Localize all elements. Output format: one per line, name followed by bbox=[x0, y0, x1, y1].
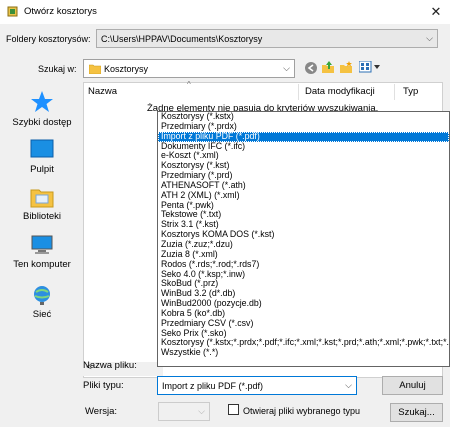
column-divider bbox=[394, 84, 395, 100]
place-network[interactable]: Sieć bbox=[4, 284, 80, 320]
app-icon bbox=[7, 6, 18, 17]
place-label: Szybki dostęp bbox=[12, 117, 72, 128]
filetype-option[interactable]: Wszystkie (*.*) bbox=[158, 347, 449, 358]
star-icon bbox=[31, 91, 53, 112]
folders-path: C:\Users\HPPAV\Documents\Kosztorysy bbox=[101, 34, 263, 44]
back-icon[interactable] bbox=[304, 61, 318, 75]
column-header-date[interactable]: Data modyfikacji bbox=[305, 86, 375, 97]
network-icon bbox=[34, 286, 50, 305]
search-in-value: Kosztorysy bbox=[104, 64, 149, 74]
column-header-name[interactable]: Nazwa bbox=[88, 86, 117, 97]
open-type-checkbox[interactable] bbox=[228, 404, 239, 415]
folder-icon bbox=[89, 64, 101, 74]
open-type-label: Otwieraj pliki wybranego typu bbox=[243, 406, 361, 416]
new-folder-icon[interactable] bbox=[339, 60, 353, 74]
filetype-value: Import z pliku PDF (*.pdf) bbox=[162, 381, 264, 391]
place-label: Sieć bbox=[32, 309, 52, 320]
filetype-select[interactable]: Import z pliku PDF (*.pdf) ⌵ bbox=[157, 376, 357, 395]
version-select[interactable]: ⌵ bbox=[158, 402, 210, 421]
place-label: Ten komputer bbox=[13, 259, 71, 270]
place-this-pc[interactable]: Ten komputer bbox=[4, 234, 80, 270]
sort-up-icon: ^ bbox=[187, 80, 191, 89]
chevron-down-icon: ⌵ bbox=[283, 63, 290, 73]
column-header-type[interactable]: Typ bbox=[403, 86, 418, 97]
column-divider bbox=[298, 84, 299, 100]
view-menu-icon[interactable] bbox=[359, 61, 381, 73]
computer-icon bbox=[31, 235, 53, 254]
search-button[interactable]: Szukaj... bbox=[390, 403, 443, 422]
filetype-label: Pliki typu: bbox=[83, 380, 124, 391]
close-button[interactable]: ✕ bbox=[424, 1, 448, 23]
chevron-down-icon: ⌵ bbox=[345, 380, 352, 390]
chevron-down-icon: ⌵ bbox=[426, 33, 433, 43]
up-folder-icon[interactable] bbox=[321, 60, 335, 74]
search-in-combo[interactable]: Kosztorysy ⌵ bbox=[83, 59, 295, 78]
filename-label: Nazwa pliku: bbox=[83, 360, 137, 371]
window-title: Otwórz kosztorys bbox=[24, 6, 97, 17]
cancel-button[interactable]: Anuluj bbox=[382, 376, 443, 395]
filetype-dropdown-list[interactable]: Kosztorysy (*.kstx) Przedmiary (*.prdx) Im… bbox=[157, 111, 450, 367]
place-label: Biblioteki bbox=[22, 211, 62, 222]
folders-combo[interactable]: C:\Users\HPPAV\Documents\Kosztorysy ⌵ bbox=[96, 29, 438, 48]
chevron-down-icon: ⌵ bbox=[198, 406, 205, 416]
place-label: Pulpit bbox=[30, 164, 54, 175]
version-label: Wersja: bbox=[85, 406, 118, 417]
folders-label: Foldery kosztorysów: bbox=[6, 34, 91, 44]
place-libraries[interactable]: Biblioteki bbox=[4, 186, 80, 222]
libraries-icon bbox=[30, 189, 54, 208]
desktop-icon bbox=[30, 139, 54, 158]
place-quick-access[interactable]: Szybki dostęp bbox=[4, 90, 80, 128]
search-in-label: Szukaj w: bbox=[38, 64, 77, 74]
place-desktop[interactable]: Pulpit bbox=[4, 139, 80, 175]
